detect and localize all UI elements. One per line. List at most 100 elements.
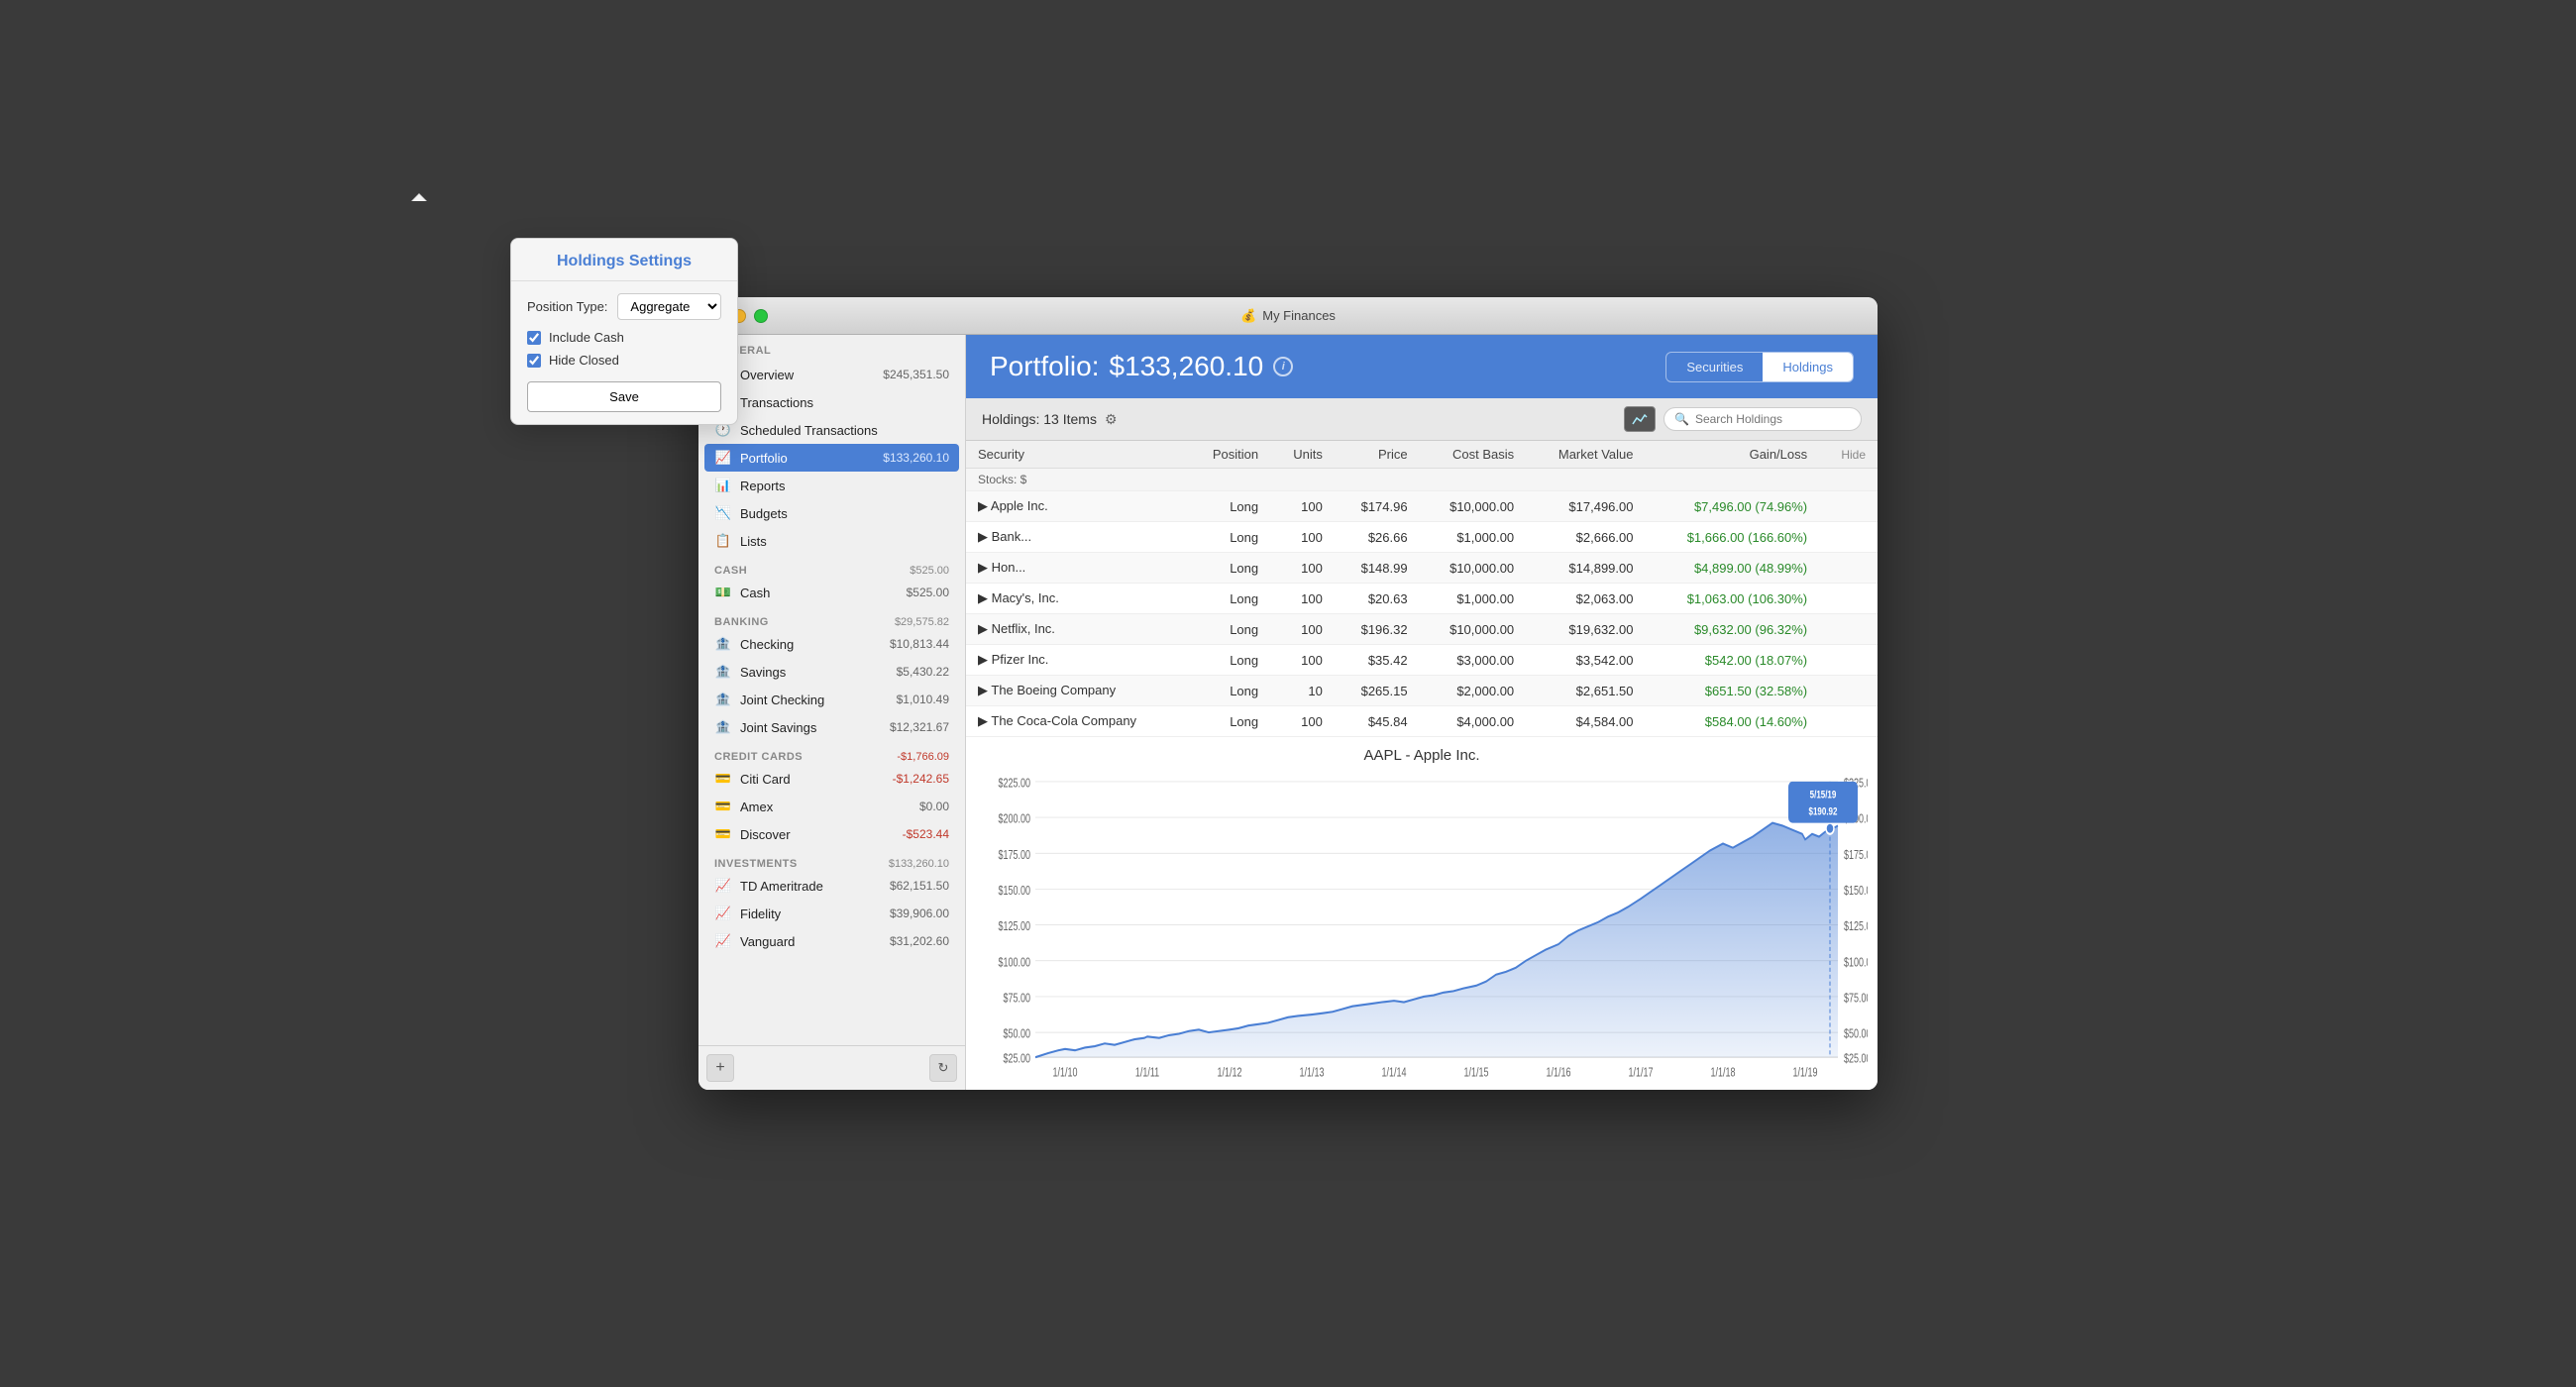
sidebar-item-cash[interactable]: 💵 Cash $525.00 [698, 579, 965, 606]
sidebar-value-joint-savings: $12,321.67 [890, 720, 949, 734]
sidebar-item-joint-checking[interactable]: 🏦 Joint Checking $1,010.49 [698, 686, 965, 713]
holdings-table: Security Position Units Price Cost Basis… [966, 441, 1878, 737]
svg-text:$190.92: $190.92 [1809, 805, 1838, 818]
cell-price: $148.99 [1335, 553, 1420, 584]
maximize-button[interactable] [754, 309, 768, 323]
table-row[interactable]: ▶ Hon... Long 100 $148.99 $10,000.00 $14… [966, 553, 1878, 584]
sidebar-label-savings: Savings [740, 665, 889, 680]
svg-text:$175.00: $175.00 [1844, 848, 1868, 862]
sidebar-item-citi[interactable]: 💳 Citi Card -$1,242.65 [698, 765, 965, 793]
table-row[interactable]: ▶ Macy's, Inc. Long 100 $20.63 $1,000.00… [966, 584, 1878, 614]
portfolio-title-label: Portfolio: [990, 351, 1100, 382]
fidelity-icon: 📈 [714, 905, 732, 922]
sidebar-item-scheduled[interactable]: 🕐 Scheduled Transactions [698, 416, 965, 444]
savings-icon: 🏦 [714, 663, 732, 681]
cell-units: 100 [1270, 584, 1335, 614]
section-banking: Banking [714, 616, 769, 628]
sidebar-label-scheduled: Scheduled Transactions [740, 423, 949, 438]
table-row[interactable]: ▶ The Boeing Company Long 10 $265.15 $2,… [966, 676, 1878, 706]
add-account-button[interactable]: + [706, 1054, 734, 1082]
sidebar-item-fidelity[interactable]: 📈 Fidelity $39,906.00 [698, 900, 965, 927]
cell-market-value: $17,496.00 [1526, 491, 1645, 522]
cell-position: Long [1186, 584, 1270, 614]
svg-text:$200.00: $200.00 [999, 812, 1030, 826]
sidebar: General 🥧 Overview $245,351.50 📄 Transac… [698, 335, 966, 1090]
stock-chart: $225.00 $200.00 $175.00 $150.00 $125.00 … [976, 768, 1868, 1085]
sidebar-label-cash: Cash [740, 586, 899, 600]
sidebar-item-joint-savings[interactable]: 🏦 Joint Savings $12,321.67 [698, 713, 965, 741]
svg-text:$100.00: $100.00 [1844, 956, 1868, 970]
table-row[interactable]: ▶ Pfizer Inc. Long 100 $35.42 $3,000.00 … [966, 645, 1878, 676]
info-icon[interactable]: i [1273, 357, 1293, 376]
tab-holdings[interactable]: Holdings [1763, 353, 1853, 381]
holdings-title-group: Holdings: 13 Items ⚙ [982, 411, 1118, 428]
svg-text:$75.00: $75.00 [1004, 992, 1030, 1006]
cell-units: 100 [1270, 614, 1335, 645]
cell-cost-basis: $1,000.00 [1420, 584, 1527, 614]
refresh-button[interactable]: ↻ [929, 1054, 957, 1082]
cell-units: 100 [1270, 706, 1335, 737]
sidebar-value-td: $62,151.50 [890, 879, 949, 893]
vanguard-icon: 📈 [714, 932, 732, 950]
cell-position: Long [1186, 491, 1270, 522]
sidebar-item-checking[interactable]: 🏦 Checking $10,813.44 [698, 630, 965, 658]
col-price: Price [1335, 441, 1420, 469]
cell-security: ▶ Hon... [966, 553, 1186, 584]
cell-price: $26.66 [1335, 522, 1420, 553]
cell-hide [1819, 676, 1878, 706]
col-units: Units [1270, 441, 1335, 469]
sidebar-item-amex[interactable]: 💳 Amex $0.00 [698, 793, 965, 820]
search-holdings-input[interactable] [1695, 412, 1851, 426]
cell-cost-basis: $1,000.00 [1420, 522, 1527, 553]
table-row[interactable]: ▶ Netflix, Inc. Long 100 $196.32 $10,000… [966, 614, 1878, 645]
sidebar-label-joint-checking: Joint Checking [740, 693, 889, 707]
search-holdings-field[interactable]: 🔍 [1664, 407, 1862, 431]
portfolio-header: Portfolio: $133,260.10 i Securities Hold… [966, 335, 1878, 398]
sidebar-item-savings[interactable]: 🏦 Savings $5,430.22 [698, 658, 965, 686]
sidebar-value-portfolio: $133,260.10 [883, 451, 949, 465]
cell-gain-loss: $651.50 (32.58%) [1646, 676, 1820, 706]
sidebar-item-portfolio[interactable]: 📈 Portfolio $133,260.10 [704, 444, 959, 472]
position-type-select[interactable]: Aggregate Individual Lots [698, 297, 721, 320]
table-row[interactable]: ▶ The Coca-Cola Company Long 100 $45.84 … [966, 706, 1878, 737]
cell-market-value: $3,542.00 [1526, 645, 1645, 676]
cell-security: ▶ Netflix, Inc. [966, 614, 1186, 645]
cell-hide [1819, 706, 1878, 737]
sidebar-value-joint-checking: $1,010.49 [897, 693, 949, 706]
svg-text:$175.00: $175.00 [999, 848, 1030, 862]
holdings-settings-popup[interactable]: Holdings Settings Position Type: Aggrega… [698, 297, 738, 425]
sidebar-item-vanguard[interactable]: 📈 Vanguard $31,202.60 [698, 927, 965, 955]
svg-text:1/1/12: 1/1/12 [1218, 1066, 1242, 1080]
cell-hide [1819, 645, 1878, 676]
sidebar-item-lists[interactable]: 📋 Lists [698, 527, 965, 555]
cell-hide [1819, 491, 1878, 522]
discover-icon: 💳 [714, 825, 732, 843]
sidebar-item-discover[interactable]: 💳 Discover -$523.44 [698, 820, 965, 848]
joint-savings-icon: 🏦 [714, 718, 732, 736]
sidebar-item-td[interactable]: 📈 TD Ameritrade $62,151.50 [698, 872, 965, 900]
table-row[interactable]: ▶ Bank... Long 100 $26.66 $1,000.00 $2,6… [966, 522, 1878, 553]
sidebar-value-discover: -$523.44 [903, 827, 949, 841]
sidebar-value-cash: $525.00 [907, 586, 949, 599]
popup-save-button[interactable]: Save [698, 381, 721, 412]
cell-market-value: $2,063.00 [1526, 584, 1645, 614]
svg-text:$50.00: $50.00 [1844, 1027, 1868, 1041]
cell-security: ▶ The Boeing Company [966, 676, 1186, 706]
sidebar-item-overview[interactable]: 🥧 Overview $245,351.50 [698, 361, 965, 388]
sidebar-value-vanguard: $31,202.60 [890, 934, 949, 948]
cell-position: Long [1186, 676, 1270, 706]
sidebar-item-budgets[interactable]: 📉 Budgets [698, 499, 965, 527]
holdings-settings-button[interactable]: ⚙ [1105, 411, 1118, 428]
checking-icon: 🏦 [714, 635, 732, 653]
tab-securities[interactable]: Securities [1666, 353, 1763, 381]
table-row[interactable]: ▶ Apple Inc. Long 100 $174.96 $10,000.00… [966, 491, 1878, 522]
sidebar-item-reports[interactable]: 📊 Reports [698, 472, 965, 499]
chart-icon [1631, 412, 1649, 426]
chart-toggle-button[interactable] [1624, 406, 1656, 432]
col-position: Position [1186, 441, 1270, 469]
sidebar-item-transactions[interactable]: 📄 Transactions [698, 388, 965, 416]
section-investments: Investments [714, 858, 798, 870]
chart-wrapper[interactable]: $225.00 $200.00 $175.00 $150.00 $125.00 … [966, 768, 1878, 1085]
main-content: Portfolio: $133,260.10 i Securities Hold… [966, 335, 1878, 1090]
svg-text:$25.00: $25.00 [1004, 1052, 1030, 1066]
